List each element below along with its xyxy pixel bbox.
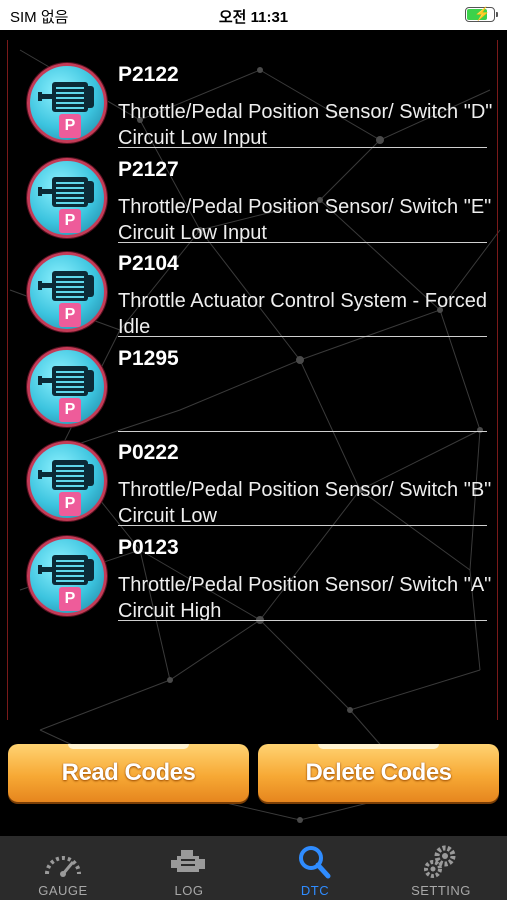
status-bar: SIM 없음 오전 11:31 ⚡ bbox=[0, 0, 507, 30]
motor-icon: P bbox=[27, 535, 107, 616]
dtc-code: P2104 bbox=[118, 252, 179, 275]
motor-icon: P bbox=[27, 63, 107, 143]
gauge-icon bbox=[45, 856, 81, 877]
dtc-list-item[interactable]: P P0222 Throttle/Pedal Position Sensor/ … bbox=[0, 435, 507, 530]
row-divider bbox=[118, 430, 487, 432]
motor-icon: P bbox=[27, 346, 107, 427]
dtc-list-item[interactable]: P P2104 Throttle Actuator Control System… bbox=[0, 246, 507, 341]
tab-dtc-label: DTC bbox=[300, 883, 330, 898]
dtc-code: P2127 bbox=[118, 157, 179, 181]
motor-icon: P bbox=[27, 252, 107, 332]
tab-setting[interactable]: SETTING bbox=[378, 836, 504, 900]
dtc-code: P0222 bbox=[118, 441, 179, 464]
dtc-code: P0123 bbox=[118, 535, 179, 559]
search-icon bbox=[299, 846, 331, 879]
dtc-description: Throttle/Pedal Position Sensor/ Switch "… bbox=[118, 195, 492, 244]
p-badge: P bbox=[59, 397, 81, 422]
p-badge: P bbox=[59, 208, 81, 233]
read-codes-button[interactable]: Read Codes bbox=[8, 744, 249, 802]
p-badge: P bbox=[59, 492, 81, 516]
battery-icon: ⚡ bbox=[465, 6, 498, 22]
tab-bar: GAUGE LOG DTC SETTING bbox=[0, 836, 507, 900]
tab-gauge[interactable]: GAUGE bbox=[0, 836, 126, 900]
p-badge: P bbox=[59, 303, 81, 327]
delete-codes-button[interactable]: Delete Codes bbox=[258, 744, 499, 802]
dtc-list-item[interactable]: P P1295 bbox=[0, 341, 507, 436]
engine-icon bbox=[171, 850, 205, 872]
tab-gauge-label: GAUGE bbox=[38, 883, 88, 898]
dtc-description: Throttle/Pedal Position Sensor/ Switch "… bbox=[118, 573, 492, 622]
tab-setting-label: SETTING bbox=[411, 883, 471, 898]
read-codes-label: Read Codes bbox=[61, 759, 196, 786]
dtc-description: Throttle/Pedal Position Sensor/ Switch "… bbox=[118, 479, 492, 527]
row-divider bbox=[118, 241, 487, 243]
dtc-description: Throttle/Pedal Position Sensor/ Switch "… bbox=[118, 101, 493, 149]
motor-icon: P bbox=[27, 441, 107, 521]
dtc-list-item[interactable]: P P2122 Throttle/Pedal Position Sensor/ … bbox=[0, 57, 507, 152]
row-divider bbox=[118, 525, 487, 526]
p-badge: P bbox=[59, 114, 81, 138]
dtc-code: P2122 bbox=[118, 63, 179, 86]
gears-icon bbox=[424, 845, 456, 878]
delete-codes-label: Delete Codes bbox=[305, 759, 452, 786]
dtc-description: Throttle Actuator Control System - Force… bbox=[118, 290, 488, 338]
tab-log-label: LOG bbox=[174, 883, 204, 898]
tab-log[interactable]: LOG bbox=[126, 836, 252, 900]
row-divider bbox=[118, 336, 487, 337]
row-divider bbox=[118, 619, 487, 621]
status-time: 오전 11:31 bbox=[218, 9, 289, 26]
dtc-list: P P2122 Throttle/Pedal Position Sensor/ … bbox=[0, 57, 507, 624]
motor-icon: P bbox=[27, 157, 107, 238]
dtc-list-item[interactable]: P P0123 Throttle/Pedal Position Sensor/ … bbox=[0, 530, 507, 625]
row-divider bbox=[118, 147, 487, 148]
tab-dtc[interactable]: DTC bbox=[252, 836, 378, 900]
p-badge: P bbox=[59, 586, 81, 611]
dtc-list-item[interactable]: P P2127 Throttle/Pedal Position Sensor/ … bbox=[0, 152, 507, 247]
dtc-code: P1295 bbox=[118, 346, 179, 370]
